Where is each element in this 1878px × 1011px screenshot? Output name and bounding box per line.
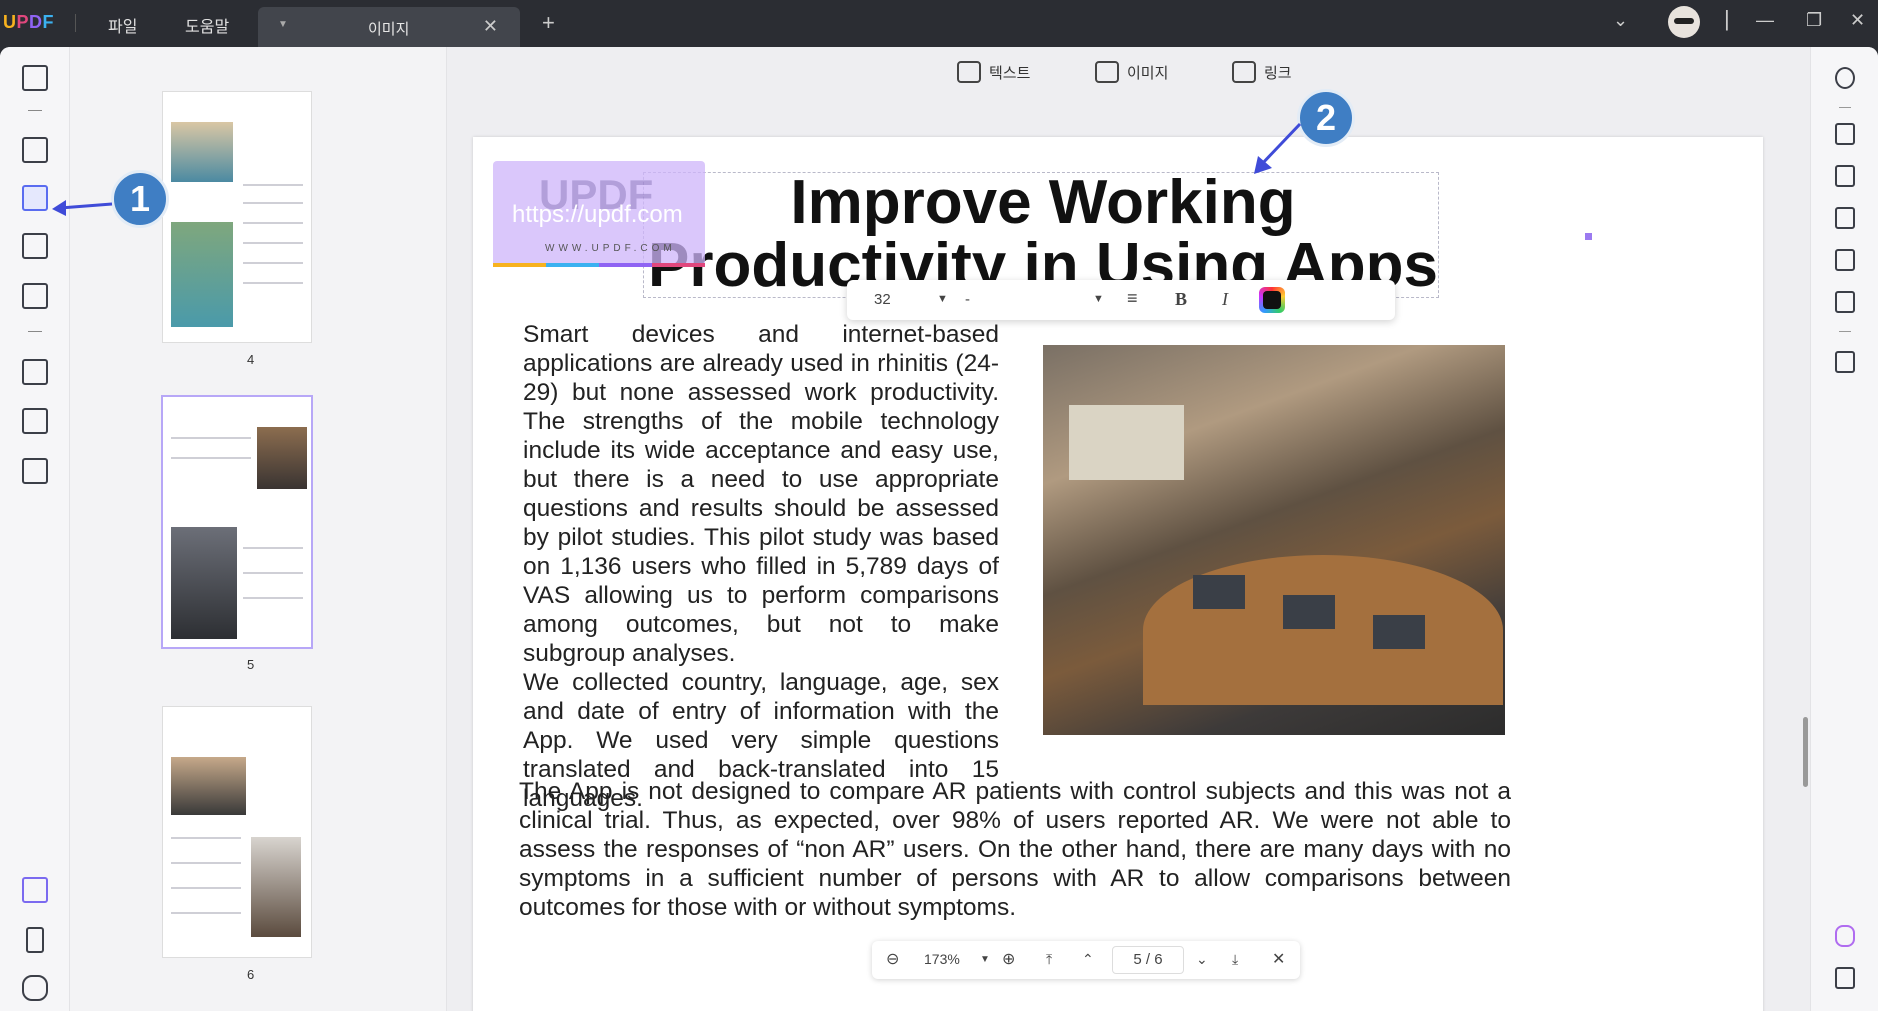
add-link-button[interactable]: 링크 bbox=[1232, 57, 1292, 87]
thumbnail-page-4[interactable] bbox=[163, 92, 311, 342]
photo-laptop bbox=[1283, 595, 1335, 629]
thumbnail-page-number: 6 bbox=[247, 967, 255, 982]
edit-pdf-icon[interactable] bbox=[22, 185, 48, 211]
zoom-in-icon[interactable]: ⊕ bbox=[1002, 949, 1015, 969]
layers-icon[interactable] bbox=[22, 877, 48, 903]
document-area: 텍스트 이미지 링크 Improve Working Productivity … bbox=[447, 47, 1810, 1011]
thumbnail-page-number: 4 bbox=[247, 352, 255, 367]
last-page-icon[interactable]: ⤓ bbox=[1232, 951, 1238, 968]
vertical-scrollbar[interactable] bbox=[1803, 717, 1808, 787]
next-page-icon[interactable]: ⌄ bbox=[1196, 951, 1208, 968]
zoom-level[interactable]: 173% bbox=[924, 951, 960, 967]
edit-toolbar: 텍스트 이미지 링크 bbox=[447, 47, 1810, 109]
paragraph-3[interactable]: The App is not designed to compare AR pa… bbox=[519, 777, 1511, 922]
watermark-url: https://updf.com bbox=[512, 201, 683, 228]
reader-icon[interactable] bbox=[22, 65, 48, 91]
italic-button[interactable]: I bbox=[1222, 289, 1228, 310]
bookmark-icon[interactable] bbox=[26, 927, 44, 953]
link-icon bbox=[1232, 61, 1256, 83]
divider bbox=[28, 110, 42, 111]
tab-dropdown-icon[interactable]: ▼ bbox=[278, 19, 288, 30]
font-size-select[interactable]: 32 bbox=[874, 291, 891, 308]
menu-file[interactable]: 파일 bbox=[108, 13, 137, 37]
divider bbox=[28, 331, 42, 332]
save-icon[interactable] bbox=[1835, 351, 1855, 373]
zoom-bar: ⊖ 173% ▼ ⊕ ⤒ ⌃ 5 / 6 ⌄ ⤓ ✕ bbox=[872, 941, 1300, 979]
ocr-icon[interactable] bbox=[1835, 123, 1855, 145]
thumbnail-page-number: 5 bbox=[247, 657, 255, 672]
divider bbox=[75, 14, 76, 32]
restore-icon[interactable]: ❐ bbox=[1806, 10, 1822, 31]
attachment-icon[interactable] bbox=[22, 975, 48, 1001]
text-format-bar: 32 ▼ - ▼ ≡ B I bbox=[847, 280, 1395, 320]
add-image-label: 이미지 bbox=[1127, 64, 1169, 82]
convert-icon[interactable] bbox=[1835, 165, 1855, 187]
page-title[interactable]: Improve Working Productivity in Using Ap… bbox=[648, 171, 1438, 297]
page-indicator[interactable]: 5 / 6 bbox=[1112, 946, 1184, 974]
paragraph-1[interactable]: Smart devices and internet-based applica… bbox=[523, 320, 999, 668]
chevron-down-icon[interactable]: ▼ bbox=[1093, 293, 1104, 305]
page-layout-icon[interactable] bbox=[22, 233, 48, 259]
pdf-page: Improve Working Productivity in Using Ap… bbox=[473, 137, 1763, 1011]
close-window-icon[interactable]: ✕ bbox=[1850, 10, 1865, 31]
title-bar: UPDF 파일 도움말 ▼ 이미지 ✕ + ⌄ | — ❐ ✕ bbox=[0, 0, 1878, 47]
add-text-label: 텍스트 bbox=[989, 64, 1031, 82]
photo-laptop bbox=[1193, 575, 1245, 609]
thumbnail-page-5[interactable] bbox=[163, 397, 311, 647]
watermark-stripe bbox=[493, 263, 705, 267]
thumbnail-page-6[interactable] bbox=[163, 707, 311, 957]
menu-help[interactable]: 도움말 bbox=[185, 13, 229, 37]
close-icon[interactable]: ✕ bbox=[1272, 949, 1285, 969]
meeting-photo[interactable] bbox=[1043, 345, 1505, 735]
callout-1-arrow bbox=[52, 200, 113, 216]
updf-logo: UPDF bbox=[3, 12, 55, 32]
font-name-select[interactable]: - bbox=[965, 291, 970, 308]
divider bbox=[1839, 107, 1851, 108]
divider bbox=[1839, 331, 1851, 332]
add-image-button[interactable]: 이미지 bbox=[1095, 57, 1168, 87]
minimize-icon[interactable]: — bbox=[1756, 10, 1774, 31]
search-icon[interactable] bbox=[1835, 67, 1855, 89]
zoom-out-icon[interactable]: ⊖ bbox=[886, 949, 899, 969]
photo-screen bbox=[1069, 405, 1184, 480]
document-tab[interactable]: ▼ 이미지 ✕ bbox=[258, 7, 520, 47]
prev-page-icon[interactable]: ⌃ bbox=[1082, 951, 1094, 968]
chevron-down-icon[interactable]: ▼ bbox=[980, 954, 990, 965]
first-page-icon[interactable]: ⤒ bbox=[1046, 951, 1052, 968]
ai-assistant-icon[interactable] bbox=[1835, 925, 1855, 947]
tab-title: 이미지 bbox=[368, 21, 410, 38]
app-window: 4 5 6 텍스트 이미지 링크 Improve Working Product… bbox=[0, 47, 1878, 1011]
add-link-label: 링크 bbox=[1264, 64, 1292, 82]
photo-laptop bbox=[1373, 615, 1425, 649]
right-toolbar bbox=[1810, 47, 1878, 1011]
updf-watermark: UPDF https://updf.com WWW.UPDF.COM bbox=[493, 161, 705, 267]
resize-handle[interactable] bbox=[1585, 233, 1592, 240]
text-icon bbox=[957, 61, 981, 83]
chevron-down-icon[interactable]: ⌄ bbox=[1613, 10, 1628, 31]
comment-list-icon[interactable] bbox=[1835, 967, 1855, 989]
align-center-icon[interactable]: ≡ bbox=[1127, 288, 1138, 309]
callout-1: 1 bbox=[111, 170, 169, 228]
tools-icon[interactable] bbox=[22, 458, 48, 484]
email-icon[interactable] bbox=[1835, 291, 1855, 313]
bold-button[interactable]: B bbox=[1175, 289, 1187, 310]
add-text-button[interactable]: 텍스트 bbox=[957, 57, 1030, 87]
divider-icon: | bbox=[1724, 6, 1730, 31]
body-paragraph[interactable]: Smart devices and internet-based applica… bbox=[523, 320, 999, 813]
avatar[interactable] bbox=[1668, 6, 1700, 38]
chevron-down-icon[interactable]: ▼ bbox=[937, 293, 948, 305]
callout-2-arrow bbox=[1254, 122, 1302, 174]
form-icon[interactable] bbox=[22, 283, 48, 309]
crop-icon[interactable] bbox=[22, 408, 48, 434]
share-icon[interactable] bbox=[1835, 249, 1855, 271]
comment-icon[interactable] bbox=[22, 137, 48, 163]
text-color-button[interactable] bbox=[1259, 287, 1285, 313]
new-tab-button[interactable]: + bbox=[542, 10, 555, 36]
tab-close-icon[interactable]: ✕ bbox=[483, 16, 498, 37]
watermark-sub: WWW.UPDF.COM bbox=[545, 243, 676, 254]
organize-pages-icon[interactable] bbox=[22, 359, 48, 385]
protect-icon[interactable] bbox=[1835, 207, 1855, 229]
image-icon bbox=[1095, 61, 1119, 83]
